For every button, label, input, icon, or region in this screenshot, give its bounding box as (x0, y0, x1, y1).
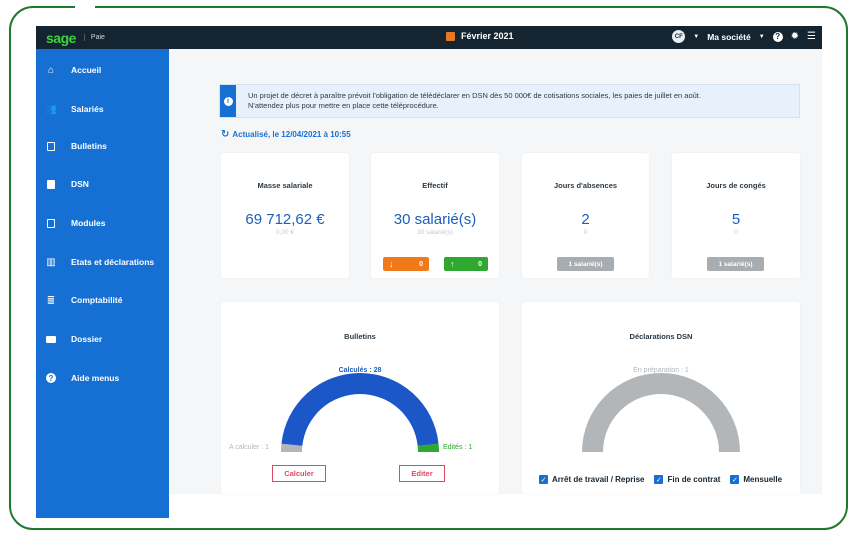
period-label: Février 2021 (461, 31, 514, 41)
sidebar-item-bulletins[interactable]: Bulletins (36, 136, 169, 156)
a-calculer-label: A calculer : 1 (229, 444, 270, 451)
card-subvalue: 0,00 € (275, 229, 295, 236)
folder-icon (46, 334, 56, 344)
card-effectif[interactable]: Effectif 30 salarié(s) 30 salarié(s) ↓ 0… (371, 153, 499, 278)
home-icon: ⌂ (47, 64, 55, 76)
sidebar-item-label: Modules (71, 218, 106, 228)
filter-fin-contrat[interactable]: ✓ Fin de contrat (654, 475, 720, 484)
panel-bulletins: Bulletins Calculés : 28 A calculer : 1 E… (221, 302, 499, 494)
card-title: Jours d'absences (553, 181, 618, 190)
gauge-calcules-arc (281, 372, 439, 446)
panel-declarations-dsn: Déclarations DSN En préparation : 1 ✓ Ar… (522, 302, 800, 494)
sidebar-item-aide[interactable]: ? Aide menus (36, 368, 169, 388)
chevron-down-icon[interactable]: ▼ (759, 34, 765, 40)
frame-gap (75, 4, 95, 10)
checkbox-checked-icon[interactable]: ✓ (654, 475, 664, 484)
card-value: 5 (731, 211, 741, 228)
file-icon (46, 179, 56, 189)
refresh-icon: ↻ (221, 129, 230, 140)
module-icon (46, 218, 56, 228)
dsn-gauge (582, 372, 740, 452)
sidebar-item-modules[interactable]: Modules (36, 213, 169, 233)
absences-employees-badge[interactable]: 1 salarié(s) (557, 257, 614, 271)
edites-label: Edités : 1 (443, 444, 473, 451)
filter-arret-travail[interactable]: ✓ Arrêt de travail / Reprise (539, 475, 644, 484)
menu-icon[interactable]: ☰ (807, 31, 816, 42)
help-icon[interactable]: ? (772, 31, 783, 42)
chevron-down-icon[interactable]: ▼ (693, 34, 699, 40)
refresh-label: Actualisé, le 12/04/2021 à 10:55 (232, 130, 351, 139)
period-selector[interactable]: Février 2021 (446, 31, 514, 41)
card-subvalue: 0 (583, 229, 588, 236)
top-right-controls: CF ▼ Ma société ▼ ? ✹ ☰ (672, 30, 816, 43)
sidebar-item-dossier[interactable]: Dossier (36, 329, 169, 349)
info-icon-bar: i (220, 85, 236, 117)
sidebar-item-label: Bulletins (71, 141, 107, 151)
card-jours-conges[interactable]: Jours de congés 5 0 1 salarié(s) (672, 153, 800, 278)
card-title: Masse salariale (257, 181, 313, 190)
avatar[interactable]: CF (672, 30, 686, 43)
company-selector[interactable]: Ma société (707, 32, 750, 42)
ledger-icon: ≣ (46, 294, 56, 306)
main-content: i Un projet de décret à paraître prévoit… (169, 49, 822, 494)
departures-badge[interactable]: ↓ 0 (383, 257, 429, 271)
editer-button[interactable]: Editer (399, 465, 445, 482)
document-icon (46, 141, 56, 151)
info-line-2: N'attendez plus pour mettre en place cet… (248, 101, 439, 110)
app-label: Paie (83, 34, 105, 41)
gauge-preparation-arc (582, 372, 740, 452)
help-icon: ? (46, 373, 56, 383)
card-value: 69 712,62 € (245, 211, 325, 228)
departures-count: 0 (419, 260, 423, 268)
arrow-up-icon: ↑ (450, 259, 455, 269)
card-masse-salariale[interactable]: Masse salariale 69 712,62 € 0,00 € (221, 153, 349, 278)
refresh-link[interactable]: ↻ Actualisé, le 12/04/2021 à 10:55 (221, 129, 351, 140)
sidebar-item-label: Salariés (71, 104, 104, 114)
dsn-filters: ✓ Arrêt de travail / Reprise ✓ Fin de co… (539, 475, 782, 484)
info-line-1: Un projet de décret à paraître prévoit l… (248, 91, 701, 100)
arrivals-count: 0 (478, 260, 482, 268)
info-text: Un projet de décret à paraître prévoit l… (248, 91, 701, 111)
sun-icon[interactable]: ✹ (791, 31, 799, 42)
sidebar-item-comptabilite[interactable]: ≣ Comptabilité (36, 290, 169, 310)
card-subvalue: 0 (734, 229, 738, 236)
top-bar: sage Paie Février 2021 CF ▼ Ma société ▼… (36, 26, 822, 49)
calculer-button[interactable]: Calculer (272, 465, 326, 482)
sidebar-item-label: DSN (71, 179, 89, 189)
sidebar-item-label: Aide menus (71, 373, 120, 383)
users-icon: 👥 (44, 103, 58, 115)
arrivals-badge[interactable]: ↑ 0 (444, 257, 488, 271)
card-value: 2 (581, 211, 590, 228)
books-icon: ▥ (46, 256, 56, 268)
sidebar: ⌂ Accueil 👥 Salariés Bulletins DSN Modul… (36, 49, 169, 518)
card-value: 30 salarié(s) (393, 211, 477, 228)
conges-employees-badge[interactable]: 1 salarié(s) (707, 257, 764, 271)
bulletins-gauge (281, 372, 439, 452)
card-subvalue: 30 salarié(s) (417, 229, 453, 236)
sidebar-item-label: Accueil (71, 65, 102, 75)
sidebar-item-etats[interactable]: ▥ Etats et déclarations (36, 252, 169, 272)
checkbox-checked-icon[interactable]: ✓ (539, 475, 548, 484)
sidebar-item-accueil[interactable]: ⌂ Accueil (36, 60, 169, 80)
checkbox-checked-icon[interactable]: ✓ (730, 475, 740, 484)
filter-label: Mensuelle (743, 475, 783, 484)
arrow-down-icon: ↓ (389, 259, 394, 269)
sidebar-item-dsn[interactable]: DSN (36, 174, 169, 194)
filter-mensuelle[interactable]: ✓ Mensuelle (730, 475, 782, 484)
info-icon: i (223, 96, 233, 106)
sidebar-item-label: Comptabilité (71, 295, 123, 305)
sidebar-item-label: Etats et déclarations (71, 257, 155, 267)
card-title: Jours de congés (706, 181, 766, 190)
calendar-icon (446, 31, 455, 41)
filter-label: Fin de contrat (667, 475, 721, 484)
sidebar-item-salaries[interactable]: 👥 Salariés (36, 99, 169, 119)
filter-label: Arrêt de travail / Reprise (552, 475, 645, 484)
info-banner: i Un projet de décret à paraître prévoit… (219, 84, 800, 118)
card-jours-absences[interactable]: Jours d'absences 2 0 1 salarié(s) (522, 153, 649, 278)
sidebar-item-label: Dossier (71, 334, 103, 344)
sage-logo[interactable]: sage (46, 30, 76, 46)
card-title: Effectif (422, 181, 448, 190)
